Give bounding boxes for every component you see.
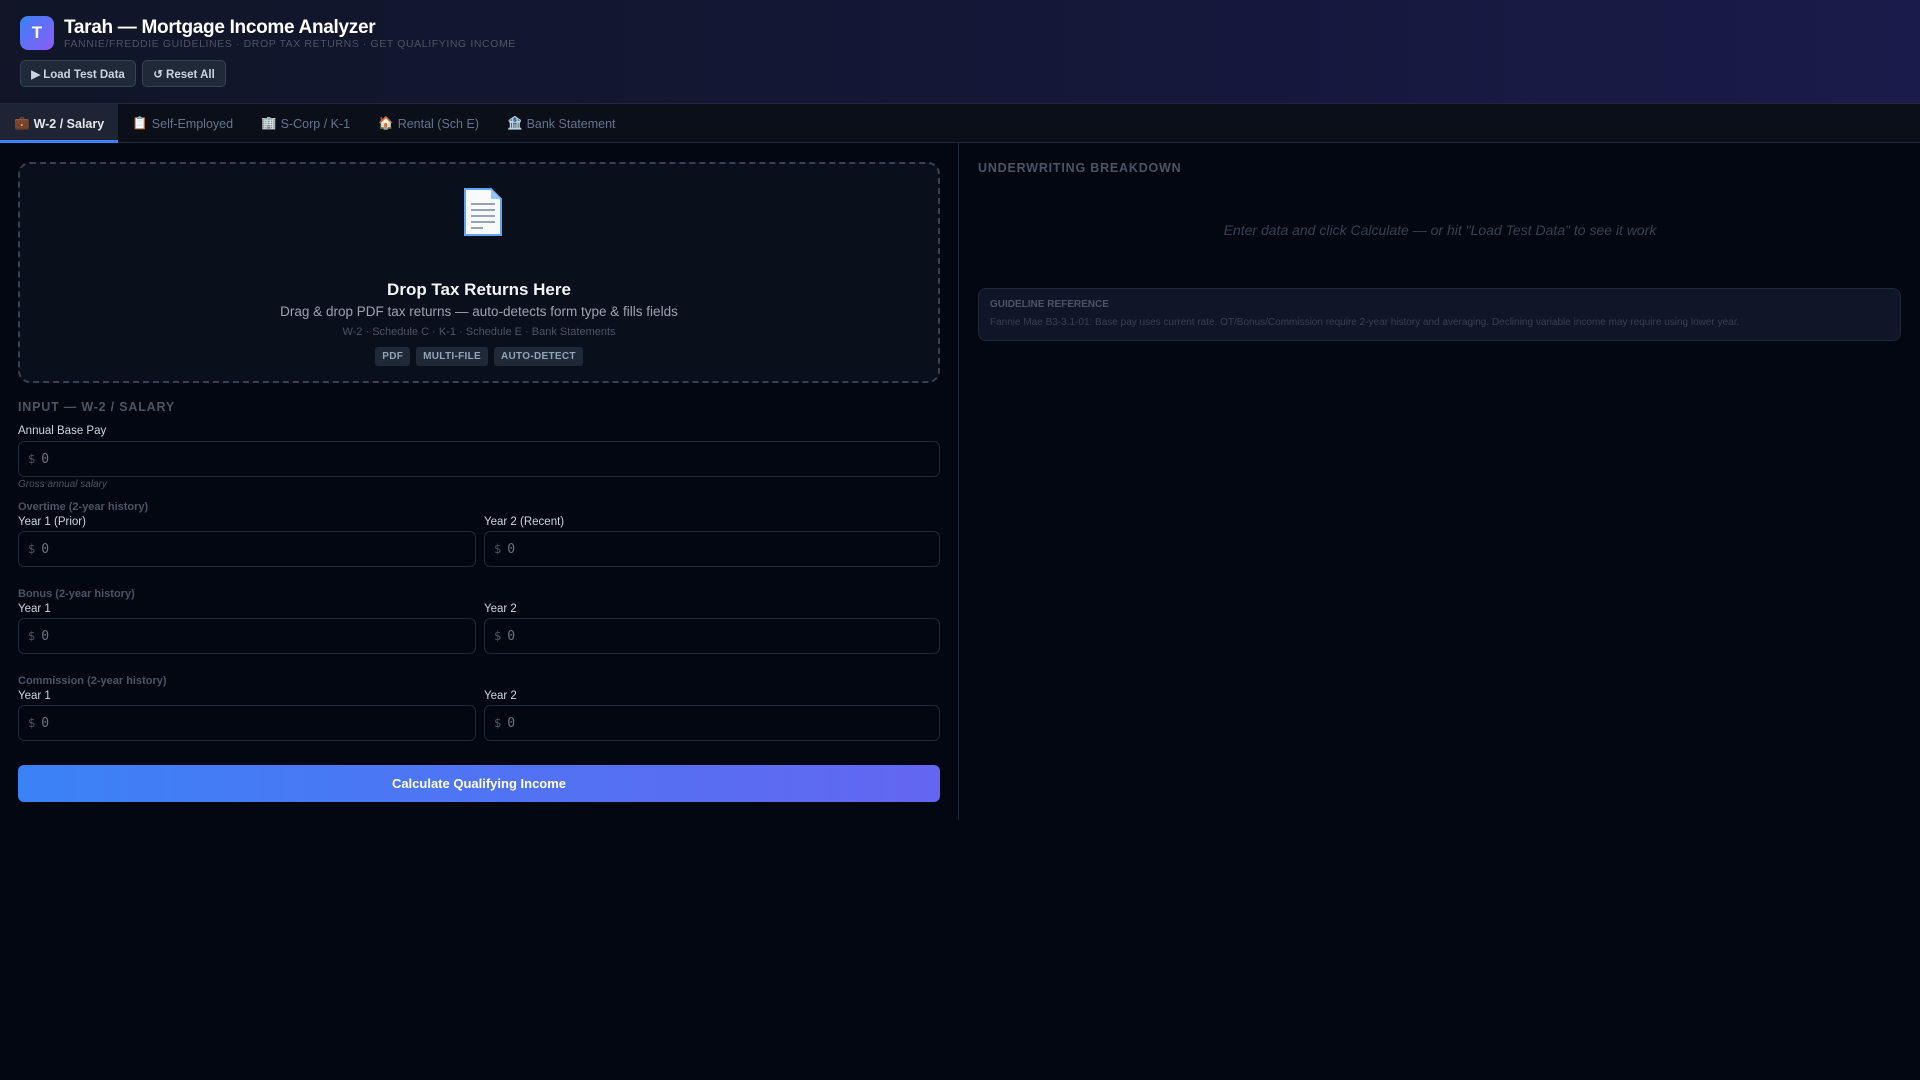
guideline-reference-title: GUIDELINE REFERENCE — [990, 299, 1109, 310]
tab-label: W-2 / Salary — [33, 116, 105, 131]
commission-year2-label: Year 2 — [484, 690, 517, 702]
tab-label: S-Corp / K-1 — [280, 116, 351, 131]
input-section-title: INPUT — W-2 / SALARY — [18, 400, 175, 414]
tax-return-dropzone[interactable]: Drop Tax Returns Here Drag & drop PDF ta… — [18, 162, 940, 383]
tab-w2-salary[interactable]: 💼 W-2 / Salary — [0, 104, 119, 143]
currency-symbol: $ — [28, 629, 36, 643]
office-building-icon: 🏢 — [261, 116, 277, 130]
overtime-year1-input[interactable]: $0 — [18, 531, 476, 567]
tab-label: Self-Employed — [151, 116, 234, 131]
commission-year1-label: Year 1 — [18, 690, 51, 702]
input-value: 0 — [41, 541, 50, 557]
commission-year2-input[interactable]: $0 — [484, 705, 940, 741]
annual-base-pay-hint: Gross annual salary — [18, 479, 107, 490]
commission-year1-input[interactable]: $0 — [18, 705, 476, 741]
briefcase-icon: 💼 — [14, 116, 30, 130]
guideline-reference-card: GUIDELINE REFERENCE Fannie Mae B3-3.1-01… — [978, 288, 1901, 341]
currency-symbol: $ — [494, 716, 502, 730]
bonus-year2-input[interactable]: $0 — [484, 618, 940, 654]
guideline-reference-text: Fannie Mae B3-3.1-01: Base pay uses curr… — [990, 317, 1740, 328]
overtime-year2-label: Year 2 (Recent) — [484, 516, 565, 528]
chip-pdf: PDF — [375, 347, 411, 366]
tab-label: Bank Statement — [526, 116, 616, 131]
currency-symbol: $ — [28, 542, 36, 556]
calculate-qualifying-income-button[interactable]: Calculate Qualifying Income — [18, 765, 940, 802]
app-logo: T — [20, 16, 54, 50]
annual-base-pay-label: Annual Base Pay — [18, 425, 107, 437]
input-value: 0 — [41, 628, 50, 644]
bank-icon: 🏦 — [506, 116, 523, 130]
underwriting-breakdown-title: UNDERWRITING BREAKDOWN — [978, 161, 1182, 175]
dropzone-supported-types: W-2 · Schedule C · K-1 · Schedule E · Ba… — [342, 326, 616, 338]
input-value: 0 — [41, 451, 50, 467]
document-icon — [464, 188, 502, 236]
tab-bank-statement[interactable]: 🏦 Bank Statement — [493, 104, 630, 143]
income-type-tabs: 💼 W-2 / Salary 📋 Self-Employed 🏢 S-Corp / K… — [0, 104, 1920, 143]
currency-symbol: $ — [28, 452, 36, 466]
input-value: 0 — [507, 715, 516, 731]
bonus-year1-input[interactable]: $0 — [18, 618, 476, 654]
annual-base-pay-input[interactable]: $0 — [18, 441, 940, 477]
overtime-group-label: Overtime (2-year history) — [18, 501, 149, 513]
load-test-data-button[interactable]: ▶ Load Test Data — [20, 60, 136, 87]
overtime-year1-label: Year 1 (Prior) — [18, 516, 86, 528]
currency-symbol: $ — [494, 629, 502, 643]
bonus-group-label: Bonus (2-year history) — [18, 588, 135, 600]
chip-auto-detect: AUTO-DETECT — [493, 347, 583, 366]
app-subtitle: FANNIE/FREDDIE GUIDELINES · DROP TAX RET… — [64, 38, 516, 50]
house-icon: 🏠 — [378, 116, 394, 130]
clipboard-icon: 📋 — [132, 116, 148, 130]
commission-group-label: Commission (2-year history) — [18, 675, 167, 687]
currency-symbol: $ — [28, 716, 36, 730]
tab-rental[interactable]: 🏠 Rental (Sch E) — [364, 104, 493, 143]
input-value: 0 — [507, 628, 516, 644]
overtime-year2-input[interactable]: $0 — [484, 531, 940, 567]
input-value: 0 — [507, 541, 516, 557]
app-header: T Tarah — Mortgage Income Analyzer FANNI… — [0, 0, 1920, 104]
tab-label: Rental (Sch E) — [397, 116, 479, 131]
tab-scorp-k1[interactable]: 🏢 S-Corp / K-1 — [247, 104, 364, 143]
input-panel: Drop Tax Returns Here Drag & drop PDF ta… — [0, 143, 959, 820]
bonus-year1-label: Year 1 — [18, 603, 51, 615]
currency-symbol: $ — [494, 542, 502, 556]
bonus-year2-label: Year 2 — [484, 603, 517, 615]
dropzone-title: Drop Tax Returns Here — [387, 280, 571, 299]
breakdown-empty-state: Enter data and click Calculate — or hit … — [1223, 222, 1657, 238]
tab-self-employed[interactable]: 📋 Self-Employed — [118, 104, 247, 143]
app-title: Tarah — Mortgage Income Analyzer — [64, 17, 376, 38]
input-value: 0 — [41, 715, 50, 731]
chip-multi-file: MULTI-FILE — [416, 347, 488, 366]
reset-all-button[interactable]: ↺ Reset All — [142, 60, 226, 87]
dropzone-subtitle: Drag & drop PDF tax returns — auto-detec… — [280, 304, 678, 319]
